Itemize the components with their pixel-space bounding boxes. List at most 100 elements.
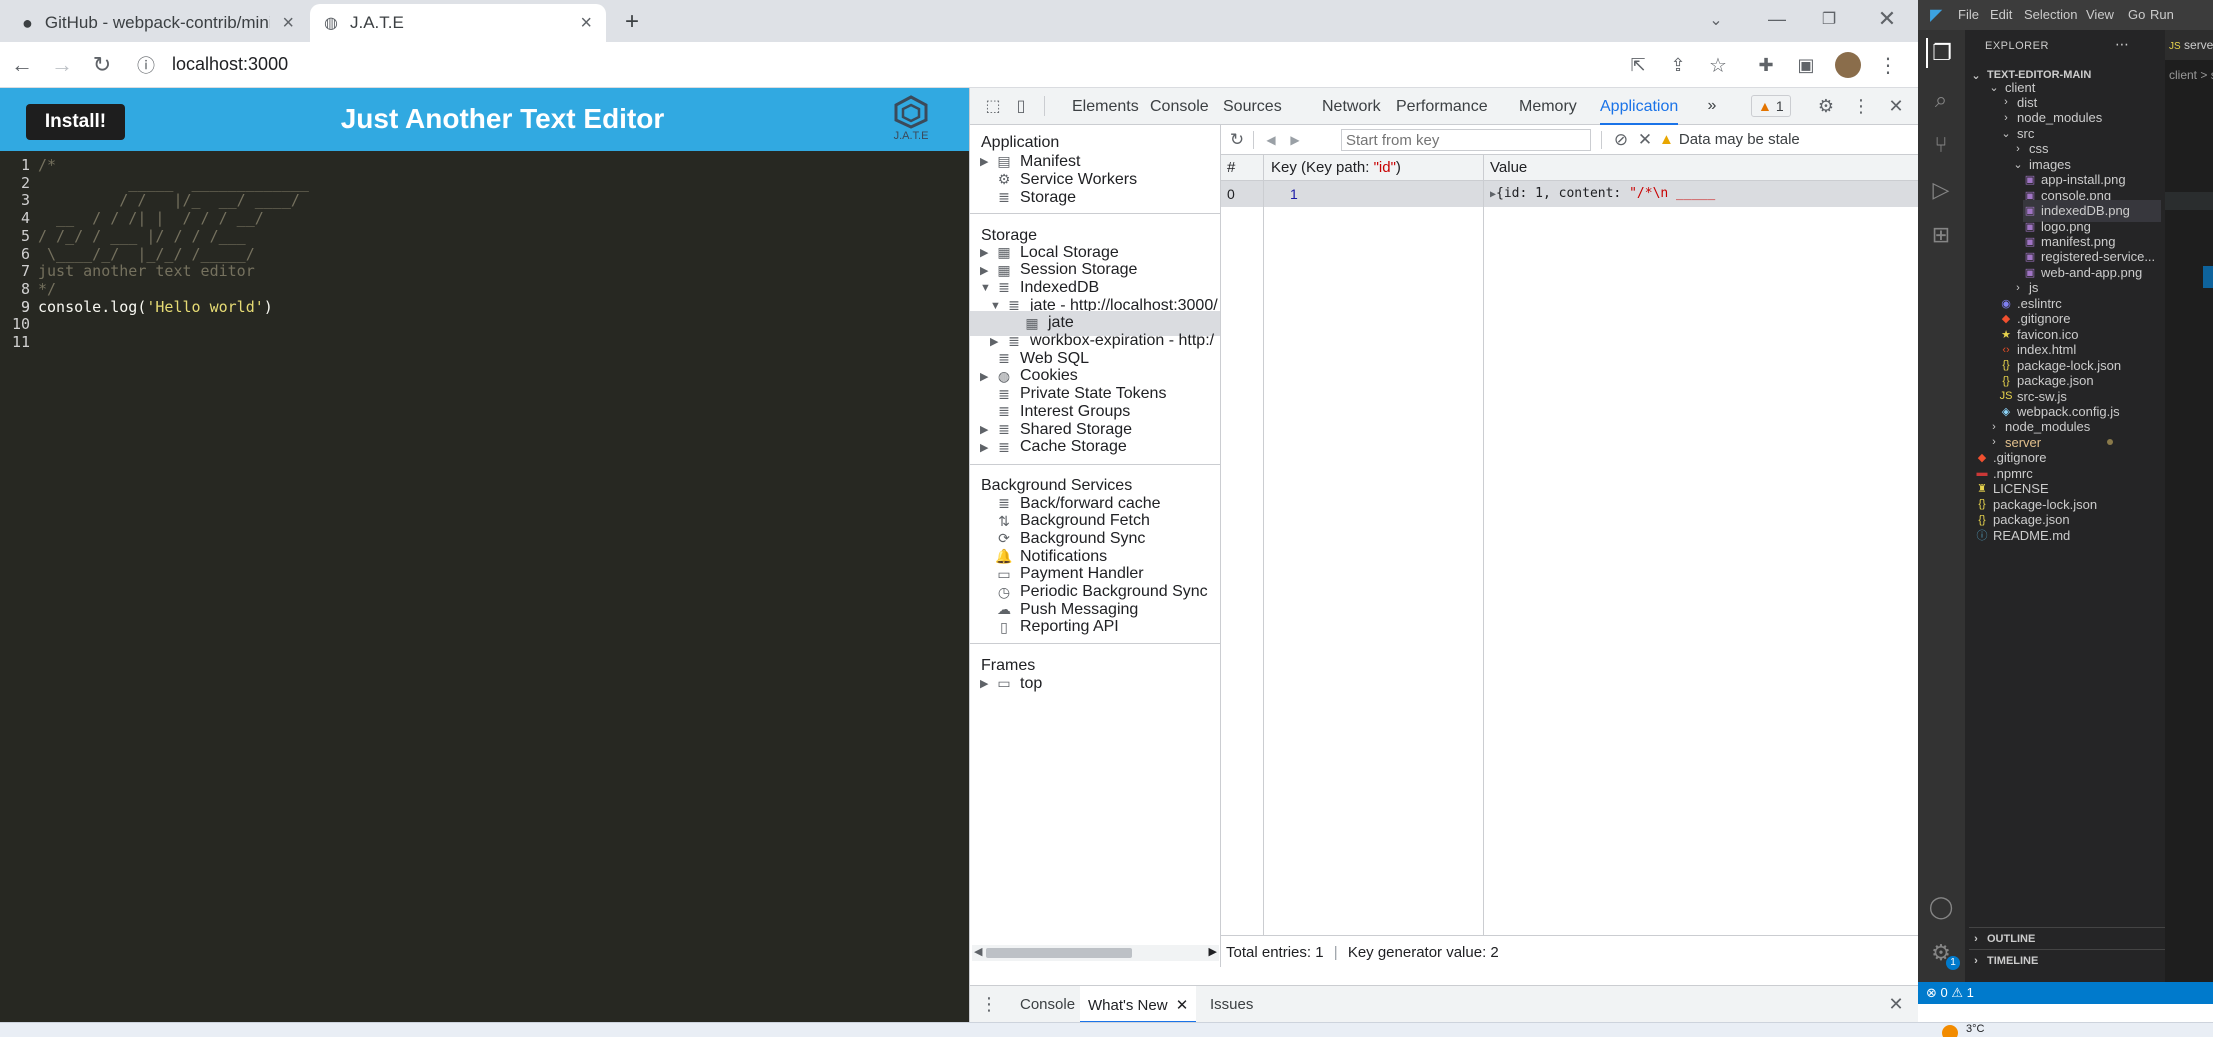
row-value[interactable]: ▶{id: 1, content: "/*\n _____ (1490, 186, 1910, 201)
scroll-right-icon[interactable]: ▶ (1209, 945, 1217, 958)
document-icon: ▯ (1000, 618, 1008, 635)
side-panel-icon[interactable]: ▣ (1792, 51, 1820, 79)
vscode-window: ◤ File Edit Selection View Go Run ❐ ⌕ ⑂ ▷ ⊞ ◯… (1918, 0, 2213, 1004)
start-from-key-input[interactable] (1341, 129, 1591, 151)
menu-view[interactable]: View (2086, 7, 2114, 22)
column-header-key[interactable]: Key (Key path: "id") (1271, 159, 1401, 176)
refresh-icon[interactable]: ↻ (1225, 128, 1249, 152)
next-page-icon[interactable]: ▶ (1283, 128, 1307, 152)
devtools-tab-console[interactable]: Console (1150, 88, 1209, 125)
vscode-titlebar: ◤ File Edit Selection View Go Run (1918, 0, 2213, 30)
sidebar-item-reporting-api[interactable]: ▯ Reporting API (970, 615, 1220, 640)
share-icon[interactable]: ⇪ (1664, 51, 1692, 79)
drawer-tab-issues[interactable]: Issues (1210, 996, 1253, 1013)
settings-gear-icon[interactable]: ⚙ (1813, 93, 1839, 119)
address-bar[interactable]: localhost:3000 (172, 54, 288, 75)
table-row[interactable]: 0 1 ▶{id: 1, content: "/*\n _____ (1221, 181, 1918, 207)
bookmark-star-icon[interactable]: ☆ (1704, 51, 1732, 79)
back-icon[interactable]: ← (8, 51, 36, 79)
store-toolbar: ↻ ◀ ▶ ⊘ ✕ ▲ Data may be stale (1221, 125, 1918, 155)
sidebar-scrollbar[interactable]: ◀ ▶ (972, 945, 1219, 961)
devtools-tab-sources[interactable]: Sources (1223, 88, 1282, 125)
more-tabs-icon[interactable]: » (1702, 93, 1722, 119)
devtools-tab-network[interactable]: Network (1322, 88, 1381, 125)
sidebar-item-storage[interactable]: ≣ Storage (970, 185, 1220, 210)
menu-kebab-icon[interactable]: ⋮ (1874, 51, 1902, 79)
drawer-menu-icon[interactable]: ⋮ (978, 993, 1000, 1015)
clear-object-store-icon[interactable]: ⊘ (1609, 128, 1633, 152)
tab-search-icon[interactable]: ⌄ (1702, 6, 1730, 34)
drawer-tab-console[interactable]: Console (1020, 996, 1075, 1013)
accounts-icon[interactable]: ◯ (1926, 892, 1956, 922)
problems-status[interactable]: ⊗ 0 ⚠ 1 (1926, 985, 1974, 1000)
close-tab-icon[interactable]: × (282, 12, 294, 35)
explorer-title: EXPLORER (1985, 40, 2049, 52)
explorer-more-icon[interactable]: ⋯ (2115, 36, 2129, 53)
extensions-icon[interactable]: ✚ (1752, 51, 1780, 79)
close-drawer-tab-icon[interactable]: ✕ (1176, 997, 1189, 1014)
open-in-app-icon[interactable]: ⇱ (1624, 51, 1652, 79)
explorer-files-icon[interactable]: ❐ (1926, 38, 1956, 68)
scrollbar-thumb[interactable] (986, 948, 1132, 958)
sidebar-item-frame-top[interactable]: ▶ ▭ top (970, 671, 1220, 696)
tab-jate[interactable]: ◍ J.A.T.E × (310, 4, 606, 42)
source-control-icon[interactable]: ⑂ (1926, 130, 1956, 160)
tree-item[interactable]: ⓘ README.md (1975, 524, 2071, 546)
minimize-button[interactable]: — (1760, 4, 1794, 34)
column-header-index[interactable]: # (1227, 159, 1235, 176)
device-toolbar-icon[interactable]: ▯ (1008, 93, 1034, 119)
devtools-tabbar: ⬚ ▯ Elements Console Sources Network Perform… (970, 88, 1918, 125)
menu-file[interactable]: File (1958, 7, 1979, 22)
editor-tab-server-js[interactable]: JS server.js (2165, 30, 2213, 60)
minimap-slider[interactable] (2203, 266, 2213, 288)
devtools-tab-performance[interactable]: Performance (1396, 88, 1488, 125)
devtools-panel: ⬚ ▯ Elements Console Sources Network Perform… (969, 88, 1918, 1023)
inspect-element-icon[interactable]: ⬚ (980, 93, 1006, 119)
code-line: \____/_/ |_/_/ /_____/ (38, 244, 255, 263)
outline-section[interactable]: › OUTLINE (1969, 927, 2165, 949)
row-key: 1 (1290, 186, 1298, 202)
devtools-tab-elements[interactable]: Elements (1072, 88, 1139, 125)
previous-page-icon[interactable]: ◀ (1259, 128, 1283, 152)
close-tab-icon[interactable]: × (580, 12, 592, 35)
timeline-section[interactable]: › TIMELINE (1969, 949, 2165, 971)
sidebar-item-cache-storage[interactable]: ▶ ≣ Cache Storage (970, 435, 1220, 460)
logo-text: J.A.T.E (893, 130, 929, 142)
tree-item[interactable]: ▣ web-and-app.png (2023, 261, 2142, 283)
restore-button[interactable]: ❐ (1812, 4, 1846, 34)
close-drawer-icon[interactable]: ✕ (1885, 993, 1907, 1015)
close-devtools-icon[interactable]: ✕ (1883, 93, 1909, 119)
run-debug-icon[interactable]: ▷ (1926, 175, 1956, 205)
app-title: Just Another Text Editor (340, 103, 665, 134)
reload-icon[interactable]: ↻ (88, 51, 116, 79)
devtools-tab-memory[interactable]: Memory (1519, 88, 1577, 125)
avatar[interactable] (1834, 51, 1862, 79)
menu-edit[interactable]: Edit (1990, 7, 2012, 22)
weather-sun-icon[interactable] (1942, 1025, 1958, 1037)
drawer-tab-whats-new[interactable]: What's New ✕ (1080, 986, 1197, 1023)
devtools-menu-icon[interactable]: ⋮ (1848, 93, 1874, 119)
chevron-down-icon: ⌄ (1971, 69, 1981, 82)
scroll-left-icon[interactable]: ◀ (974, 945, 982, 958)
menu-run[interactable]: Run (2150, 7, 2174, 22)
column-header-value[interactable]: Value (1490, 159, 1527, 176)
js-file-icon: JS (2169, 41, 2181, 52)
extensions-icon[interactable]: ⊞ (1926, 220, 1956, 250)
code-editor[interactable]: 1 /* 2 _____ _____________ 3 / / |/_ __/ __… (0, 151, 969, 1022)
collapse-triangle-icon: ▼ (980, 281, 991, 294)
weather-temperature[interactable]: 3°C (1966, 1023, 1984, 1035)
new-tab-button[interactable]: + (618, 8, 646, 36)
site-info-icon[interactable]: ⓘ (132, 51, 160, 79)
table-header: # Key (Key path: "id") Value (1221, 155, 1918, 181)
search-icon[interactable]: ⌕ (1926, 85, 1956, 115)
close-window-button[interactable]: ✕ (1870, 4, 1904, 34)
menu-selection[interactable]: Selection (2024, 7, 2077, 22)
delete-selected-icon[interactable]: ✕ (1633, 128, 1657, 152)
minimap-region (2165, 192, 2213, 210)
forward-icon[interactable]: → (48, 51, 76, 79)
tab-github[interactable]: ● GitHub - webpack-contrib/mini-c × (8, 4, 308, 42)
devtools-tab-application[interactable]: Application (1600, 88, 1679, 125)
menu-go[interactable]: Go (2128, 7, 2145, 22)
issues-badge[interactable]: ▲ 1 (1751, 95, 1791, 117)
line-number: 1 (20, 156, 30, 174)
